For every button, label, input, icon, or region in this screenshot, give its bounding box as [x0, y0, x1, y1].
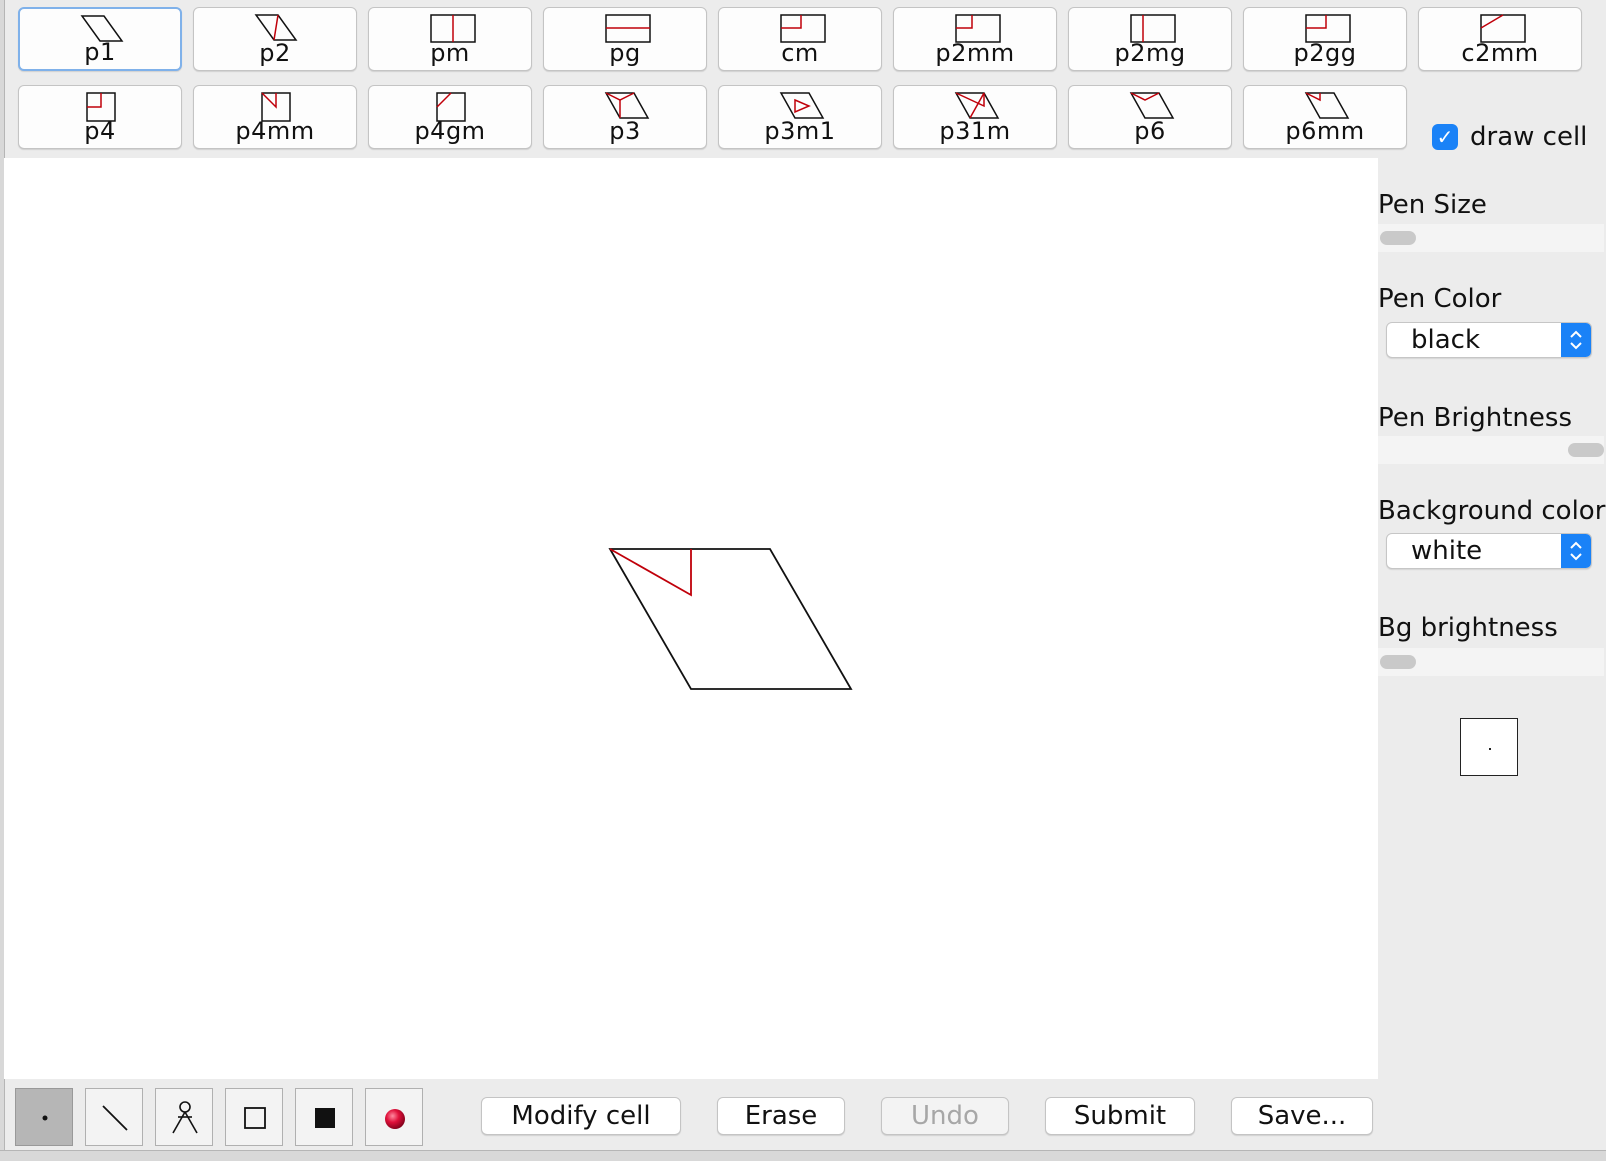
square-filled-icon [315, 1108, 335, 1128]
group-button-pg[interactable]: pg [543, 7, 707, 71]
drawing-canvas[interactable] [4, 158, 1378, 1079]
pen-color-select[interactable]: black [1386, 322, 1592, 358]
group-button-p2mg[interactable]: p2mg [1068, 7, 1232, 71]
square-outline-icon [244, 1107, 266, 1129]
slider-knob[interactable] [1380, 655, 1416, 669]
group-label: p6mm [1285, 117, 1365, 145]
undo-button[interactable]: Undo [881, 1097, 1009, 1135]
group-button-p6mm[interactable]: p6mm [1243, 85, 1407, 149]
group-button-p6[interactable]: p6 [1068, 85, 1232, 149]
up-down-chevron-icon [1561, 323, 1591, 357]
group-label: p2mm [935, 39, 1015, 67]
group-button-p4mm[interactable]: p4mm [193, 85, 357, 149]
group-button-p3[interactable]: p3 [543, 85, 707, 149]
dot-icon [42, 1115, 48, 1121]
group-button-c2mm[interactable]: c2mm [1418, 7, 1582, 71]
figure-icon [172, 1101, 198, 1134]
checkmark-icon: ✓ [1432, 124, 1458, 150]
unit-cell-drawing [608, 548, 853, 690]
pen-preview [1460, 718, 1518, 776]
sphere-tool-button[interactable] [365, 1088, 423, 1146]
red-ball-icon [385, 1109, 405, 1129]
background-color-label: Background color [1378, 496, 1606, 526]
figure-tool-button[interactable] [155, 1088, 213, 1146]
group-label: cm [781, 39, 819, 67]
background-color-value: white [1411, 536, 1483, 566]
pen-color-value: black [1411, 325, 1481, 355]
group-label: pm [430, 39, 470, 67]
line-tool-button[interactable] [85, 1088, 143, 1146]
bg-brightness-label: Bg brightness [1378, 613, 1558, 643]
group-button-p2mm[interactable]: p2mm [893, 7, 1057, 71]
group-label: p6 [1134, 117, 1166, 145]
dot-tool-button[interactable] [15, 1088, 73, 1146]
group-label: p4 [84, 117, 116, 145]
pen-color-label: Pen Color [1378, 284, 1502, 314]
draw-cell-checkbox[interactable]: ✓ draw cell [1432, 120, 1587, 154]
group-label: c2mm [1461, 39, 1539, 67]
background-color-select[interactable]: white [1386, 533, 1592, 569]
unit-cell-mark [609, 548, 692, 597]
group-button-p31m[interactable]: p31m [893, 85, 1057, 149]
group-button-p4[interactable]: p4 [18, 85, 182, 149]
slider-knob[interactable] [1568, 443, 1604, 457]
slider-knob[interactable] [1380, 231, 1416, 245]
group-label: p3m1 [764, 117, 836, 145]
window-bottom-edge [0, 1150, 1606, 1161]
line-icon [102, 1105, 128, 1131]
group-label: p2 [259, 39, 291, 67]
pen-brightness-slider[interactable] [1378, 436, 1604, 464]
modify-cell-button[interactable]: Modify cell [481, 1097, 681, 1135]
group-label: p4mm [235, 117, 315, 145]
group-button-p3m1[interactable]: p3m1 [718, 85, 882, 149]
group-button-p4gm[interactable]: p4gm [368, 85, 532, 149]
group-button-cm[interactable]: cm [718, 7, 882, 71]
group-label: pg [609, 39, 641, 67]
pen-dot-preview [1489, 748, 1491, 750]
group-label: p3 [609, 117, 641, 145]
group-label: p4gm [414, 117, 486, 145]
pen-brightness-label: Pen Brightness [1378, 403, 1572, 433]
rectangle-tool-button[interactable] [225, 1088, 283, 1146]
pen-size-label: Pen Size [1378, 190, 1487, 220]
group-label: p1 [84, 38, 116, 66]
group-label: p2gg [1293, 39, 1357, 67]
group-button-p1[interactable]: p1 [18, 7, 182, 71]
group-label: p31m [939, 117, 1011, 145]
erase-button[interactable]: Erase [717, 1097, 845, 1135]
draw-cell-label: draw cell [1470, 122, 1588, 152]
p2-cell-icon [254, 14, 298, 41]
bg-brightness-slider[interactable] [1378, 648, 1604, 676]
save-button[interactable]: Save... [1231, 1097, 1373, 1135]
group-label: p2mg [1114, 39, 1186, 67]
up-down-chevron-icon [1561, 534, 1591, 568]
group-button-p2gg[interactable]: p2gg [1243, 7, 1407, 71]
group-button-p2[interactable]: p2 [193, 7, 357, 71]
submit-button[interactable]: Submit [1045, 1097, 1195, 1135]
filled-rectangle-tool-button[interactable] [295, 1088, 353, 1146]
group-button-pm[interactable]: pm [368, 7, 532, 71]
pen-size-slider[interactable] [1378, 224, 1604, 252]
